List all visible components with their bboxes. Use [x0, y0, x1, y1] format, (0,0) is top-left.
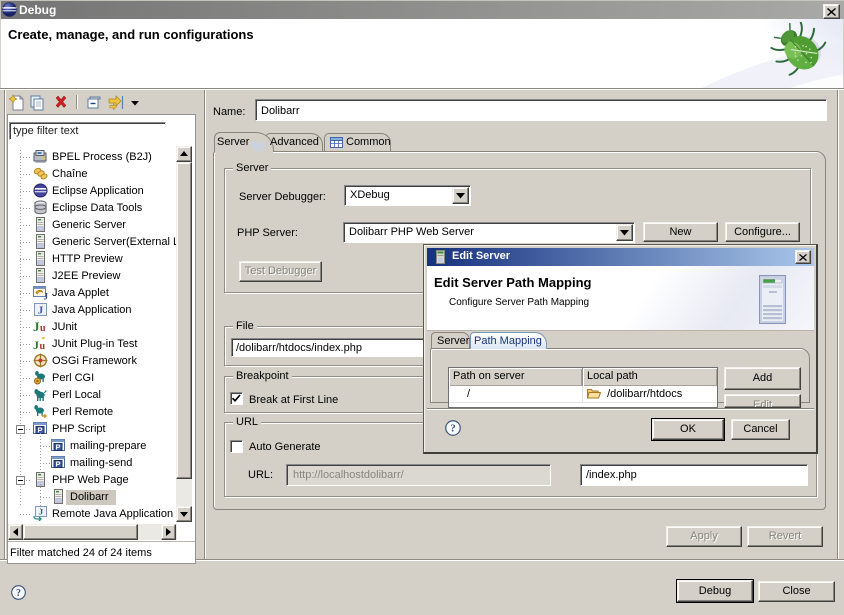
svg-text:u: u	[40, 341, 46, 351]
svg-text:J: J	[38, 305, 44, 317]
svg-text:J: J	[33, 338, 39, 351]
svg-text:?: ?	[450, 424, 455, 435]
svg-text:?: ?	[16, 588, 21, 599]
svg-text:J: J	[44, 292, 49, 301]
svg-text:P: P	[55, 460, 60, 469]
svg-text:J: J	[33, 319, 40, 334]
svg-text:u: u	[40, 323, 46, 334]
svg-text:P: P	[55, 443, 60, 452]
